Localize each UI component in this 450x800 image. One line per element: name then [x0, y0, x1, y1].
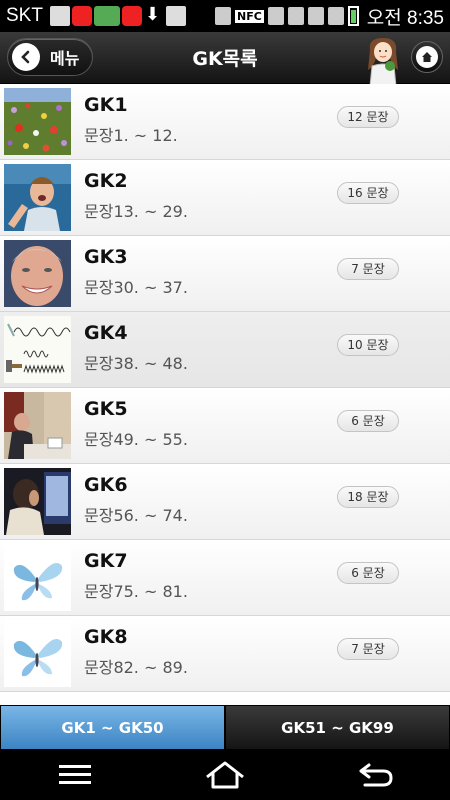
item-title: GK6 — [84, 474, 128, 496]
item-subtitle: 문장75. ~ 81. — [84, 582, 188, 601]
item-title: GK7 — [84, 550, 128, 572]
thumbnail-man-shouting — [4, 164, 71, 231]
touch-icon — [214, 7, 231, 25]
item-title: GK3 — [84, 246, 128, 268]
back-arrow-icon[interactable] — [355, 759, 395, 791]
list-item[interactable]: GK6 문장56. ~ 74. 18 문장 — [0, 464, 450, 540]
item-subtitle: 문장13. ~ 29. — [84, 202, 188, 221]
vibrate-icon — [267, 7, 284, 25]
app-notification-icon-2 — [121, 6, 142, 26]
menu-icon[interactable] — [55, 759, 95, 791]
thumbnail-sound-wave-diagram — [4, 316, 71, 383]
system-nav-bar — [0, 750, 450, 800]
item-title: GK1 — [84, 94, 128, 116]
alarm-icon — [287, 7, 304, 25]
app-notification-icon — [71, 6, 92, 26]
sentence-count-badge: 6 문장 — [337, 562, 399, 584]
list-item[interactable]: GK1 문장1. ~ 12. 12 문장 — [0, 84, 450, 160]
item-title: GK4 — [84, 322, 128, 344]
sentence-count-badge: 6 문장 — [337, 410, 399, 432]
girl-mascot-icon — [368, 38, 398, 86]
sentence-count-badge: 12 문장 — [337, 106, 399, 128]
game-notification-icon — [93, 6, 120, 26]
sentence-count-badge: 7 문장 — [337, 258, 399, 280]
gk-list: GK1 문장1. ~ 12. 12 문장 GK2 문장13. ~ 29. 16 … — [0, 84, 450, 705]
thumbnail-man-at-desk — [4, 392, 71, 459]
list-item[interactable]: GK4 문장38. ~ 48. 10 문장 — [0, 312, 450, 388]
sentence-count-badge: 10 문장 — [337, 334, 399, 356]
list-item-partial[interactable] — [0, 692, 450, 705]
download-icon — [144, 4, 164, 26]
item-title: GK2 — [84, 170, 128, 192]
home-button[interactable] — [411, 41, 443, 73]
wifi-icon — [307, 7, 324, 25]
list-item[interactable]: GK7 문장75. ~ 81. 6 문장 — [0, 540, 450, 616]
butterfly-icon — [4, 620, 71, 687]
item-subtitle: 문장56. ~ 74. — [84, 506, 188, 525]
sentence-count-badge: 16 문장 — [337, 182, 399, 204]
item-title: GK5 — [84, 398, 128, 420]
item-subtitle: 문장38. ~ 48. — [84, 354, 188, 373]
signal-icon — [327, 7, 344, 25]
status-bar: SKT NFC 오전 8:35 — [0, 0, 450, 32]
thumbnail-person-at-computer — [4, 468, 71, 535]
image-notification-icon — [49, 6, 70, 26]
list-item[interactable]: GK3 문장30. ~ 37. 7 문장 — [0, 236, 450, 312]
carrier-label: SKT — [6, 5, 43, 26]
battery-icon — [347, 6, 359, 26]
sentence-count-badge: 18 문장 — [337, 486, 399, 508]
nfc-icon: NFC — [234, 9, 264, 23]
shopping-bag-icon — [165, 6, 186, 26]
app-header: 메뉴 GK목록 — [0, 32, 450, 86]
range-tabs: GK1 ~ GK50 GK51 ~ GK99 — [0, 705, 450, 750]
item-title: GK8 — [84, 626, 128, 648]
tab-gk1-gk50[interactable]: GK1 ~ GK50 — [0, 705, 225, 750]
list-item[interactable]: GK5 문장49. ~ 55. 6 문장 — [0, 388, 450, 464]
item-subtitle: 문장30. ~ 37. — [84, 278, 188, 297]
thumbnail-flowers — [4, 88, 71, 155]
home-icon — [416, 46, 438, 68]
home-outline-icon[interactable] — [205, 759, 245, 791]
sentence-count-badge: 7 문장 — [337, 638, 399, 660]
item-subtitle: 문장1. ~ 12. — [84, 126, 178, 145]
item-subtitle: 문장49. ~ 55. — [84, 430, 188, 449]
item-subtitle: 문장82. ~ 89. — [84, 658, 188, 677]
clock: 오전 8:35 — [366, 7, 444, 29]
butterfly-icon — [4, 544, 71, 611]
list-item[interactable]: GK2 문장13. ~ 29. 16 문장 — [0, 160, 450, 236]
list-item[interactable]: GK8 문장82. ~ 89. 7 문장 — [0, 616, 450, 692]
thumbnail-smiling-man — [4, 240, 71, 307]
tab-gk51-gk99[interactable]: GK51 ~ GK99 — [225, 705, 450, 750]
